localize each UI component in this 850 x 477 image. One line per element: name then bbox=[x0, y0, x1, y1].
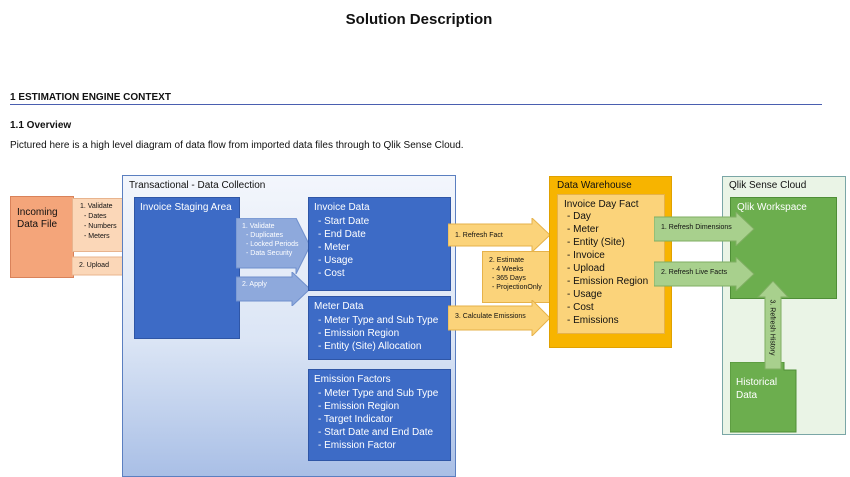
data-warehouse-label: Data Warehouse bbox=[557, 180, 632, 191]
invoice-day-fact-item: - Invoice bbox=[567, 250, 605, 261]
estimate-title: 2. Estimate bbox=[489, 257, 525, 264]
estimate-item: - ProjectionOnly bbox=[492, 284, 542, 291]
invoice-data-title: Invoice Data bbox=[314, 202, 370, 213]
invoice-staging-area: Invoice Staging Area bbox=[134, 197, 240, 339]
invoice-data-item: - Meter bbox=[318, 242, 350, 253]
emission-factors-item: - Emission Region bbox=[318, 401, 400, 412]
invoice-day-fact-item: - Upload bbox=[567, 263, 605, 274]
refresh-live-facts-label: 2. Refresh Live Facts bbox=[661, 269, 728, 276]
invoice-day-fact-title: Invoice Day Fact bbox=[564, 199, 639, 210]
inner-validate-title: 1. Validate bbox=[242, 223, 275, 230]
staging-label: Invoice Staging Area bbox=[140, 202, 232, 213]
apply-arrow bbox=[236, 272, 311, 306]
emission-factors-box: Emission Factors - Meter Type and Sub Ty… bbox=[308, 369, 451, 461]
emission-factors-item: - Start Date and End Date bbox=[318, 427, 434, 438]
refresh-history-label: 3. Refresh History bbox=[768, 299, 776, 356]
validate-note-title: 1. Validate bbox=[80, 203, 113, 210]
invoice-day-fact-item: - Emissions bbox=[567, 315, 619, 326]
invoice-day-fact-box: Invoice Day Fact - Day - Meter - Entity … bbox=[557, 194, 665, 334]
invoice-day-fact-item: - Day bbox=[567, 211, 591, 222]
emission-factors-item: - Meter Type and Sub Type bbox=[318, 388, 439, 399]
inner-validate-item: - Data Security bbox=[246, 250, 293, 257]
subsection-heading: 1.1 Overview bbox=[10, 120, 72, 131]
invoice-data-item: - Cost bbox=[318, 268, 345, 279]
invoice-day-fact-item: - Entity (Site) bbox=[567, 237, 625, 248]
inner-validate-text: 1. Validate - Duplicates - Locked Period… bbox=[242, 222, 299, 258]
incoming-label-line1: Incoming bbox=[17, 207, 58, 218]
meter-data-item: - Entity (Site) Allocation bbox=[318, 341, 422, 352]
transactional-label: Transactional - Data Collection bbox=[129, 180, 266, 191]
qlik-workspace-label: Qlik Workspace bbox=[737, 202, 807, 213]
invoice-data-box: Invoice Data - Start Date - End Date - M… bbox=[308, 197, 451, 291]
page-title: Solution Description bbox=[345, 11, 493, 28]
emission-factors-title: Emission Factors bbox=[314, 374, 391, 385]
emission-factors-item: - Emission Factor bbox=[318, 440, 396, 451]
section-divider bbox=[10, 104, 822, 105]
incoming-label-line2: Data File bbox=[17, 219, 58, 230]
apply-arrow-label: 2. Apply bbox=[242, 281, 267, 288]
invoice-data-item: - Start Date bbox=[318, 216, 370, 227]
historical-data-text: Historical Data bbox=[736, 376, 777, 402]
invoice-day-fact-item: - Emission Region bbox=[567, 276, 649, 287]
upload-arrow-label: 2. Upload bbox=[79, 262, 109, 269]
incoming-data-file: Incoming Data File bbox=[10, 196, 74, 278]
meter-data-title: Meter Data bbox=[314, 301, 364, 312]
refresh-dimensions-label: 1. Refresh Dimensions bbox=[661, 224, 732, 231]
calculate-emissions-label: 3. Calculate Emissions bbox=[455, 313, 526, 320]
meter-data-item: - Meter Type and Sub Type bbox=[318, 315, 439, 326]
inner-validate-item: - Locked Periods bbox=[246, 241, 299, 248]
estimate-item: - 365 Days bbox=[492, 275, 526, 282]
section-heading: 1 ESTIMATION ENGINE CONTEXT bbox=[10, 92, 171, 103]
invoice-day-fact-item: - Meter bbox=[567, 224, 599, 235]
qlik-sense-cloud-label: Qlik Sense Cloud bbox=[729, 180, 807, 191]
refresh-fact-label: 1. Refresh Fact bbox=[455, 232, 503, 239]
invoice-data-item: - End Date bbox=[318, 229, 366, 240]
invoice-data-item: - Usage bbox=[318, 255, 354, 266]
invoice-day-fact-item: - Usage bbox=[567, 289, 603, 300]
meter-data-item: - Emission Region bbox=[318, 328, 400, 339]
estimate-box: 2. Estimate - 4 Weeks - 365 Days - Proje… bbox=[482, 251, 554, 303]
emission-factors-item: - Target Indicator bbox=[318, 414, 393, 425]
historical-label-line2: Data bbox=[736, 390, 758, 401]
estimate-item: - 4 Weeks bbox=[492, 266, 524, 273]
meter-data-box: Meter Data - Meter Type and Sub Type - E… bbox=[308, 296, 451, 360]
inner-validate-item: - Duplicates bbox=[246, 232, 283, 239]
invoice-day-fact-item: - Cost bbox=[567, 302, 594, 313]
intro-paragraph: Pictured here is a high level diagram of… bbox=[10, 140, 464, 151]
historical-label-line1: Historical bbox=[736, 377, 778, 388]
